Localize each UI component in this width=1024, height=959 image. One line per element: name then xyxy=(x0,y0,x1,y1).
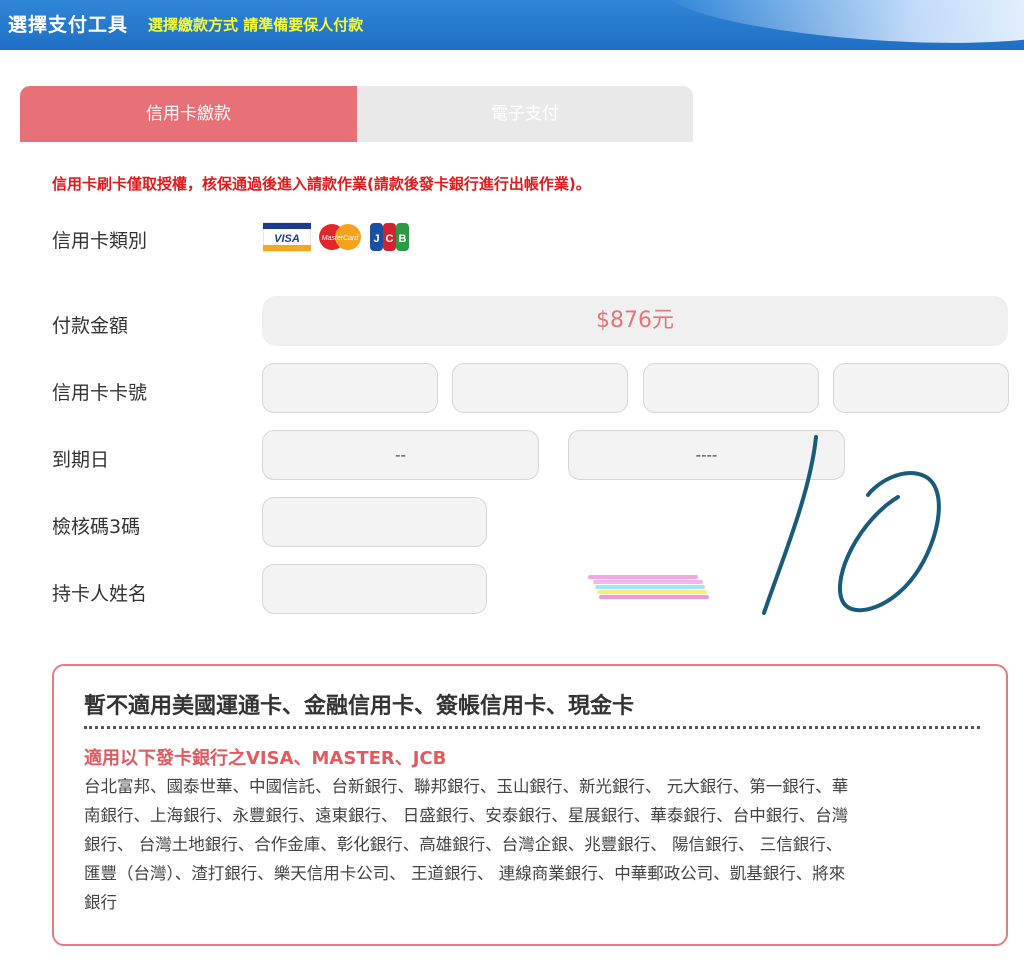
card-holder-field[interactable] xyxy=(262,564,709,614)
handwritten-annotation xyxy=(762,435,941,615)
svg-text:C: C xyxy=(386,233,394,245)
expiry-label: 到期日 xyxy=(52,449,110,471)
svg-text:VISA: VISA xyxy=(274,233,300,245)
scribble-stroke xyxy=(597,590,707,594)
panel-title: 暫不適用美國運通卡、金融信用卡、簽帳信用卡、現金卡 xyxy=(84,694,635,719)
scribble-stroke xyxy=(595,585,705,589)
card-holder-label: 持卡人姓名 xyxy=(52,583,148,605)
panel-subtitle: 適用以下發卡銀行之VISA、MASTER、JCB xyxy=(84,748,447,769)
card-type-label: 信用卡類別 xyxy=(52,230,148,252)
cvv-label: 檢核碼3碼 xyxy=(52,516,141,538)
cvv-field[interactable] xyxy=(262,497,487,547)
bank-list-line: 銀行 xyxy=(84,893,117,912)
tab-e-payment[interactable]: 電子支付 xyxy=(357,86,693,142)
scribble-stroke xyxy=(588,575,698,579)
header-decoration xyxy=(662,0,1024,50)
info-panel: 暫不適用美國運通卡、金融信用卡、簽帳信用卡、現金卡 適用以下發卡銀行之VISA、… xyxy=(52,664,1008,946)
header-bar: 選擇支付工具 選擇繳款方式 請準備要保人付款 xyxy=(0,0,1024,50)
card-number-label: 信用卡卡號 xyxy=(52,382,148,404)
bank-list-line: 台北富邦、國泰世華、中國信託、台新銀行、聯邦銀行、玉山銀行、新光銀行、 元大銀行… xyxy=(84,777,849,796)
amount-label: 付款金額 xyxy=(52,315,129,337)
page-title: 選擇支付工具 xyxy=(8,14,129,36)
bank-list-line: 南銀行、上海銀行、永豐銀行、遠東銀行、 日盛銀行、安泰銀行、星展銀行、華泰銀行、… xyxy=(84,806,849,825)
bank-list-line: 銀行、 台灣土地銀行、合作金庫、彰化銀行、高雄銀行、台灣企銀、兆豐銀行、 陽信銀… xyxy=(84,835,843,854)
card-number-field-2[interactable] xyxy=(452,363,628,413)
scribble-stroke xyxy=(593,580,703,584)
authorization-notice: 信用卡刷卡僅取授權，核保通過後進入請款作業(請款後發卡銀行進行出帳作業)。 xyxy=(52,175,591,193)
mastercard-icon: MasterCard xyxy=(319,224,361,250)
tab-credit-card[interactable]: 信用卡繳款 xyxy=(20,86,357,142)
jcb-icon: J C B xyxy=(370,223,409,251)
bank-list-line: 匯豐（台灣）、渣打銀行、樂天信用卡公司、 王道銀行、 連線商業銀行、中華郵政公司… xyxy=(84,864,846,883)
scribble-stroke xyxy=(599,595,709,599)
svg-text:B: B xyxy=(399,233,407,245)
amount-value: $876元 xyxy=(262,296,1008,346)
bank-list: 台北富邦、國泰世華、中國信託、台新銀行、聯邦銀行、玉山銀行、新光銀行、 元大銀行… xyxy=(84,772,984,917)
payment-tabs: 信用卡繳款 電子支付 xyxy=(20,86,693,142)
page-subtitle: 選擇繳款方式 請準備要保人付款 xyxy=(148,16,364,34)
card-number-field-4[interactable] xyxy=(833,363,1009,413)
card-number-field-3[interactable] xyxy=(643,363,819,413)
card-number-field-1[interactable] xyxy=(262,363,438,413)
panel-divider xyxy=(84,726,980,729)
visa-icon: VISA xyxy=(263,222,311,252)
svg-text:J: J xyxy=(373,233,379,245)
expiry-month-select[interactable]: -- xyxy=(262,430,539,480)
svg-text:MasterCard: MasterCard xyxy=(322,235,360,242)
